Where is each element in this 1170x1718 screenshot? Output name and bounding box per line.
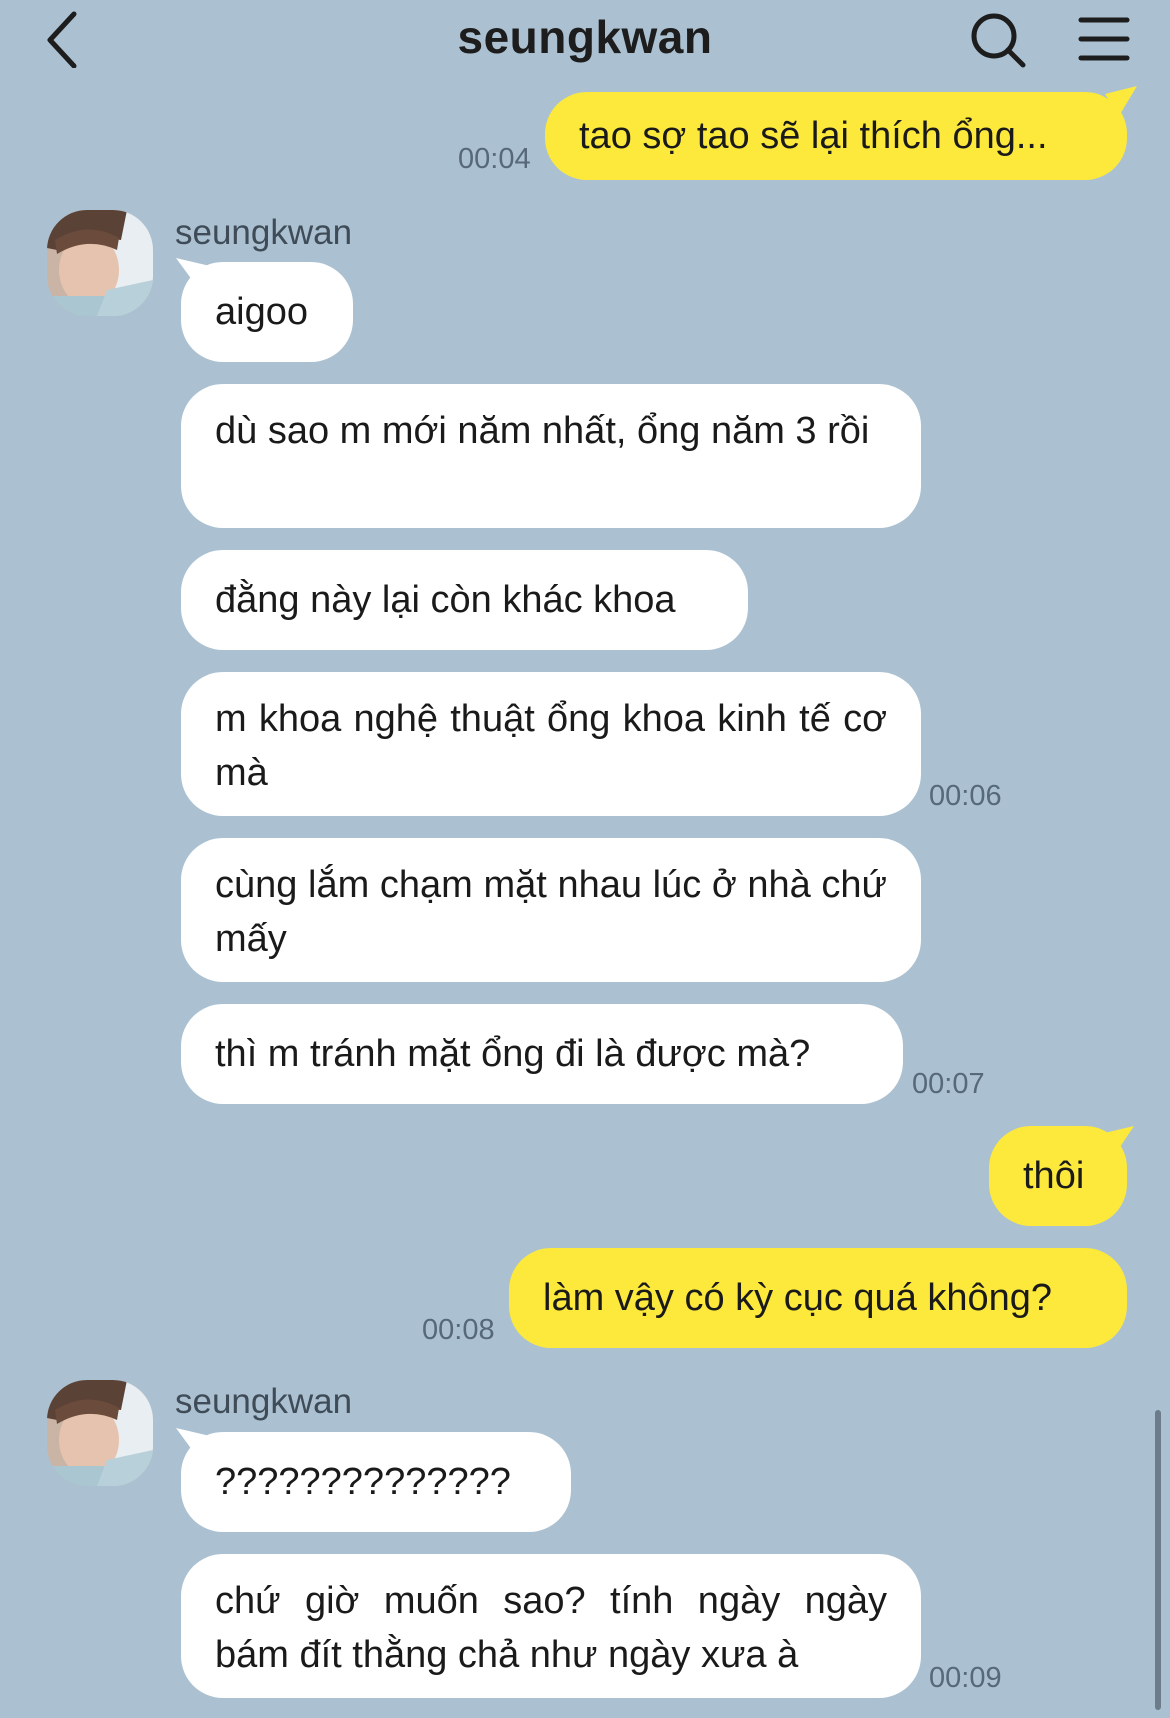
bubble-tail [1105,86,1137,116]
message-text: thôi [1023,1155,1085,1197]
message-text: tao sợ tao sẽ lại thích ổng... [579,115,1048,157]
message-bubble[interactable]: m khoa nghệ thuật ổng khoa kinh tế cơ mà [181,672,921,816]
message-bubble[interactable]: tao sợ tao sẽ lại thích ổng... [545,92,1127,180]
message-time: 00:08 [422,1314,495,1346]
message-bubble[interactable]: đằng này lại còn khác khoa [181,550,748,650]
sender-name: seungkwan [175,1382,353,1421]
message-time: 00:06 [929,780,1002,812]
message-text: cùng lắm chạm mặt nhau lúc ở nhà chứ mấy [215,864,887,960]
avatar[interactable] [47,1380,153,1486]
message-bubble[interactable]: ?????????????? [181,1432,571,1532]
message-text: làm vậy có kỳ cục quá không? [543,1277,1053,1319]
search-icon[interactable] [968,10,1028,70]
menu-icon[interactable] [1078,14,1130,64]
message-bubble[interactable]: aigoo [181,262,353,362]
message-text: đằng này lại còn khác khoa [215,579,676,621]
message-text: chứ giờ muốn sao? tính ngày ngày bám đít… [215,1580,887,1676]
message-bubble[interactable]: thì m tránh mặt ổng đi là được mà? [181,1004,903,1104]
message-text: aigoo [215,291,308,333]
message-time: 00:07 [912,1068,985,1100]
message-bubble[interactable]: chứ giờ muốn sao? tính ngày ngày bám đít… [181,1554,921,1698]
message-text: ?????????????? [215,1461,511,1503]
message-time: 00:09 [929,1662,1002,1694]
avatar[interactable] [47,210,153,316]
bubble-tail [1100,1126,1134,1156]
message-text: dù sao m mới năm nhất, ổng năm 3 rồi [215,410,870,452]
chat-header: seungkwan [0,0,1170,80]
message-text: thì m tránh mặt ổng đi là được mà? [215,1033,811,1075]
message-time: 00:04 [458,143,531,175]
sender-name: seungkwan [175,213,353,252]
message-text: m khoa nghệ thuật ổng khoa kinh tế cơ mà [215,698,887,794]
message-bubble[interactable]: làm vậy có kỳ cục quá không? [509,1248,1127,1348]
message-bubble[interactable]: cùng lắm chạm mặt nhau lúc ở nhà chứ mấy [181,838,921,982]
scrollbar[interactable] [1155,1410,1161,1710]
message-bubble[interactable]: dù sao m mới năm nhất, ổng năm 3 rồi [181,384,921,528]
